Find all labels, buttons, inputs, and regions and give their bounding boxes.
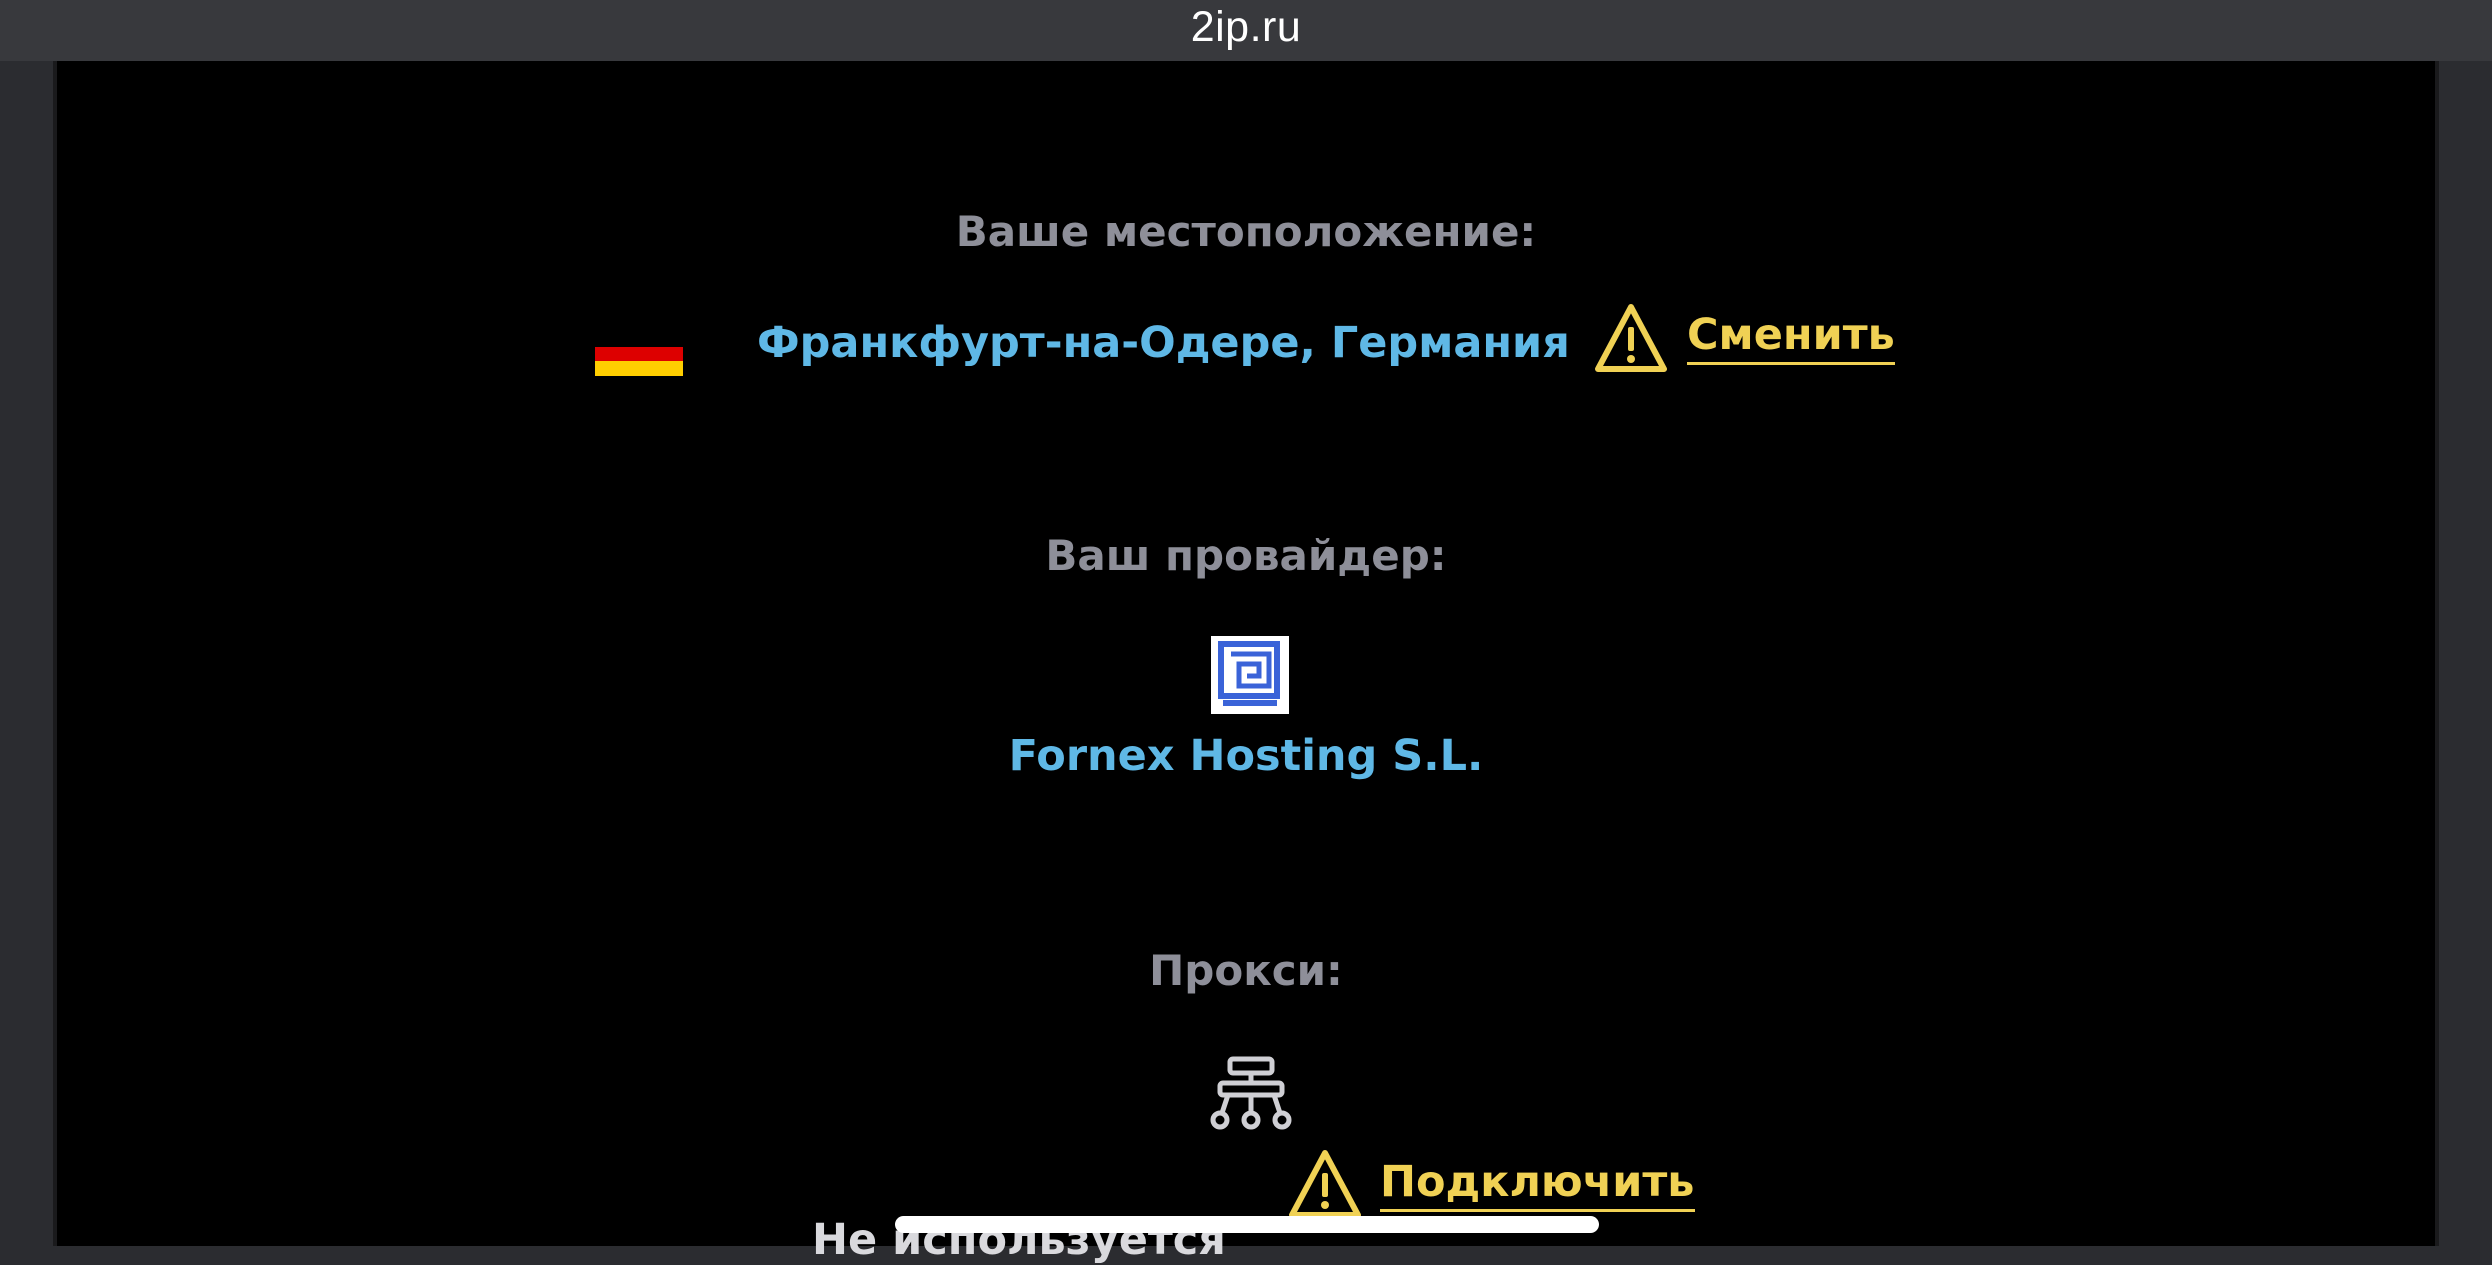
germany-flag-icon [595, 332, 683, 376]
provider-logo [1211, 636, 1289, 714]
provider-label: Ваш провайдер: [1045, 531, 1447, 580]
change-location-link[interactable]: Сменить [1687, 310, 1895, 365]
proxy-label: Прокси: [1149, 946, 1343, 995]
home-indicator[interactable] [895, 1216, 1599, 1233]
provider-value: Fornex Hosting S.L. [1008, 731, 1484, 781]
url-text[interactable]: 2ip.ru [1191, 3, 1302, 52]
page-viewport: Ваше местоположение: Франкфурт-на-Одере,… [53, 61, 2439, 1265]
connect-proxy-link[interactable]: Подключить [1380, 1157, 1695, 1212]
location-label: Ваше местоположение: [955, 207, 1537, 256]
location-value: Франкфурт-на-Одере, Германия [757, 318, 1570, 368]
warning-icon [1289, 1150, 1361, 1218]
network-hierarchy-icon [1210, 1056, 1292, 1130]
warning-icon [1595, 304, 1667, 372]
browser-address-bar[interactable]: 2ip.ru [0, 0, 2492, 61]
